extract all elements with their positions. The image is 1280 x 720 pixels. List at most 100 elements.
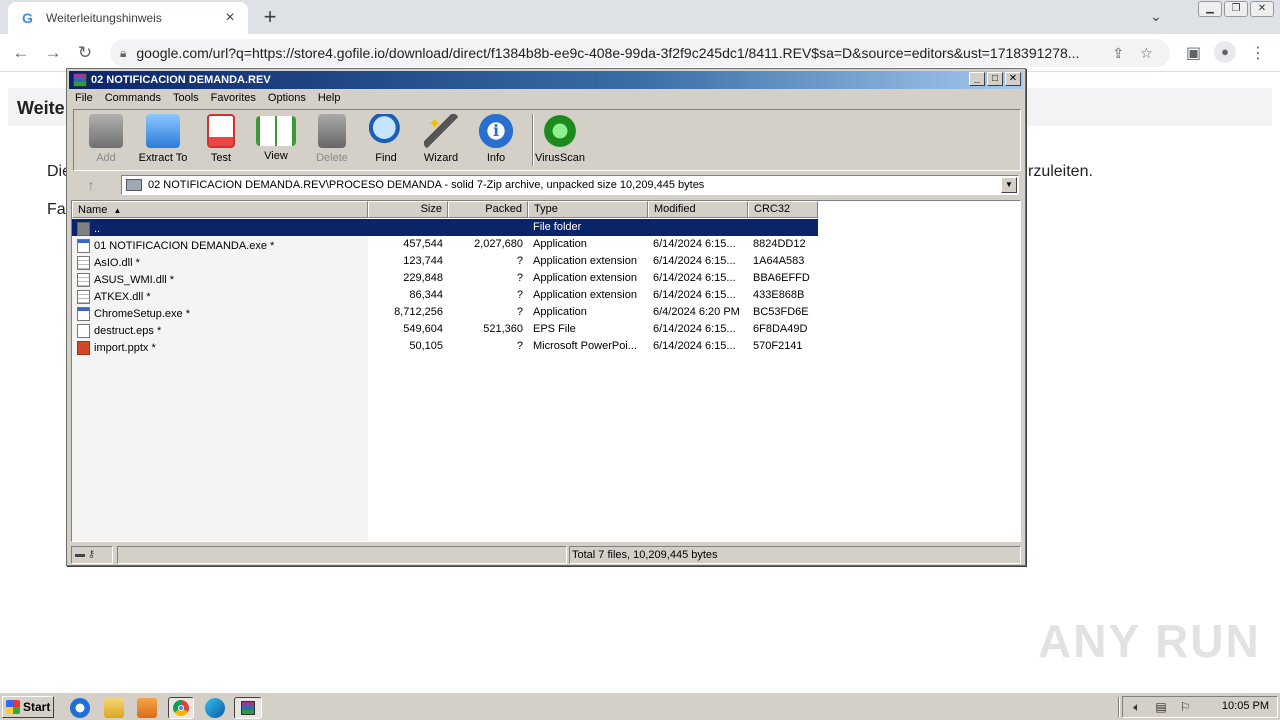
dll-file-icon bbox=[77, 289, 90, 304]
cell-name: ASUS_WMI.dll * bbox=[72, 270, 368, 287]
file-name: ATKEX.dll * bbox=[94, 290, 151, 303]
extract-to-button[interactable]: Extract To bbox=[133, 114, 193, 164]
cell-crc32: BBA6EFFD bbox=[753, 272, 810, 284]
bookmark-star-icon[interactable]: ☆ bbox=[1140, 45, 1153, 62]
cell-packed bbox=[448, 219, 528, 236]
cell-type: Microsoft PowerPoi... bbox=[533, 340, 637, 352]
menu-file[interactable]: File bbox=[69, 90, 99, 108]
file-row[interactable]: ATKEX.dll * 86,344? Application extension 6… bbox=[72, 287, 818, 304]
path-bar: ↑ 02 NOTIFICACION DEMANDA.REV\PROCESO DE… bbox=[73, 175, 1021, 195]
google-favicon-icon: G bbox=[22, 10, 33, 26]
file-explorer-icon[interactable] bbox=[104, 698, 124, 718]
reload-icon[interactable]: ↻ bbox=[74, 42, 96, 64]
info-button[interactable]: Info bbox=[466, 114, 526, 164]
file-list[interactable]: Name ▲ Size Packed Type Modified CRC32 .… bbox=[71, 200, 1021, 542]
side-panel-icon[interactable]: ▣ bbox=[1186, 43, 1201, 63]
url-text[interactable]: google.com/url?q=https://store4.gofile.i… bbox=[136, 45, 1096, 61]
cell-name: ATKEX.dll * bbox=[72, 287, 368, 304]
cell-type: Application bbox=[533, 306, 587, 318]
address-bar[interactable]: 🔒︎ google.com/url?q=https://store4.gofil… bbox=[110, 39, 1170, 67]
volume-icon[interactable]: 🔈︎ bbox=[1129, 700, 1145, 714]
cell-size: 549,604 bbox=[403, 323, 443, 335]
add-button[interactable]: Add bbox=[76, 114, 136, 164]
delete-button[interactable]: Delete bbox=[302, 114, 362, 164]
path-combobox[interactable]: 02 NOTIFICACION DEMANDA.REV\PROCESO DEMA… bbox=[121, 175, 1019, 195]
drive-status-icon[interactable]: ▬ ⚷ bbox=[71, 546, 113, 564]
path-dropdown-icon[interactable]: ▼ bbox=[1001, 177, 1017, 193]
windows-flag-icon bbox=[6, 700, 20, 714]
view-button[interactable]: View bbox=[246, 114, 306, 162]
view-label: View bbox=[264, 150, 288, 162]
more-menu-icon[interactable]: ⋮ bbox=[1250, 43, 1266, 63]
network-icon[interactable]: ▤ bbox=[1153, 700, 1169, 714]
tab-close-icon[interactable]: × bbox=[222, 9, 238, 27]
cell-size bbox=[368, 219, 448, 236]
file-row[interactable]: destruct.eps * 549,604 521,360 EPS File 6/14… bbox=[72, 321, 818, 338]
media-player-icon[interactable] bbox=[137, 698, 157, 718]
test-button[interactable]: Test bbox=[191, 114, 251, 164]
cell-packed: ? bbox=[516, 340, 523, 352]
cell-name: 01 NOTIFICACION DEMANDA.exe * bbox=[72, 236, 368, 253]
menu-commands[interactable]: Commands bbox=[99, 90, 167, 108]
winrar-minimize-button[interactable]: _ bbox=[969, 72, 985, 86]
column-header-name[interactable]: Name ▲ bbox=[72, 201, 368, 218]
menu-help[interactable]: Help bbox=[312, 90, 347, 108]
action-center-flag-icon[interactable]: ⚐ bbox=[1177, 700, 1193, 714]
taskbar-clock[interactable]: 10:05 PM bbox=[1222, 700, 1269, 712]
wizard-button[interactable]: Wizard bbox=[411, 114, 471, 164]
close-window-button[interactable]: ✕ bbox=[1250, 1, 1274, 17]
file-row[interactable]: 01 NOTIFICACION DEMANDA.exe * 457,544 2,02… bbox=[72, 236, 818, 253]
lock-icon[interactable]: 🔒︎ bbox=[120, 46, 126, 61]
file-row[interactable]: AsIO.dll * 123,744? Application extension 6… bbox=[72, 253, 818, 270]
chrome-taskbar-button[interactable] bbox=[168, 697, 194, 719]
browser-tab[interactable]: G Weiterleitungshinweis × bbox=[8, 2, 248, 34]
file-row[interactable]: import.pptx * 50,105? Microsoft PowerPoi..… bbox=[72, 338, 818, 355]
winrar-window: 02 NOTIFICACION DEMANDA.REV _ □ ✕ File C… bbox=[66, 68, 1026, 566]
column-header-crc32[interactable]: CRC32 bbox=[748, 201, 818, 218]
find-button[interactable]: Find bbox=[356, 114, 416, 164]
cell-size: 123,744 bbox=[403, 255, 443, 267]
winrar-close-button[interactable]: ✕ bbox=[1005, 72, 1021, 86]
forward-arrow-icon[interactable]: → bbox=[42, 42, 64, 64]
file-row[interactable]: .. File folder bbox=[72, 219, 818, 236]
edge-icon[interactable] bbox=[205, 698, 225, 718]
menu-tools[interactable]: Tools bbox=[167, 90, 205, 108]
minimize-button[interactable]: ▁ bbox=[1198, 1, 1222, 17]
tab-search-chevron-icon[interactable]: ⌄ bbox=[1150, 8, 1162, 25]
profile-avatar[interactable]: ● bbox=[1214, 41, 1236, 63]
cell-crc32: 570F2141 bbox=[753, 340, 803, 352]
share-icon[interactable]: ⇪ bbox=[1112, 45, 1124, 62]
winrar-taskbar-button[interactable] bbox=[234, 697, 262, 719]
winrar-title-bar[interactable]: 02 NOTIFICACION DEMANDA.REV _ □ ✕ bbox=[69, 71, 1023, 89]
column-header-type[interactable]: Type bbox=[528, 201, 648, 218]
cell-modified: 6/14/2024 6:15... bbox=[653, 255, 736, 267]
dll-file-icon bbox=[77, 272, 90, 287]
cell-packed: 521,360 bbox=[483, 323, 523, 335]
menu-favorites[interactable]: Favorites bbox=[205, 90, 262, 108]
column-header-modified[interactable]: Modified bbox=[648, 201, 748, 218]
file-row[interactable]: ASUS_WMI.dll * 229,848? Application extens… bbox=[72, 270, 818, 287]
new-tab-button[interactable]: + bbox=[258, 6, 282, 30]
up-folder-button[interactable]: ↑ bbox=[73, 175, 109, 195]
file-row[interactable]: ChromeSetup.exe * 8,712,256? Application 6/… bbox=[72, 304, 818, 321]
file-name: ASUS_WMI.dll * bbox=[94, 273, 175, 286]
tab-title: Weiterleitungshinweis bbox=[46, 11, 162, 25]
start-button[interactable]: Start bbox=[2, 696, 54, 718]
menu-options[interactable]: Options bbox=[262, 90, 312, 108]
path-text: 02 NOTIFICACION DEMANDA.REV\PROCESO DEMA… bbox=[148, 179, 705, 191]
internet-explorer-icon[interactable] bbox=[70, 698, 90, 718]
column-header-size[interactable]: Size bbox=[368, 201, 448, 218]
desktop-screen: G Weiterleitungshinweis × + ⌄ ▁ ❐ ✕ ← → … bbox=[0, 0, 1280, 720]
cell-name: import.pptx * bbox=[72, 338, 368, 355]
test-label: Test bbox=[210, 152, 232, 164]
winrar-maximize-button[interactable]: □ bbox=[987, 72, 1003, 86]
cell-packed: ? bbox=[516, 306, 523, 318]
cell-modified: 6/14/2024 6:15... bbox=[653, 323, 736, 335]
winrar-menu-bar: File Commands Tools Favorites Options He… bbox=[69, 90, 346, 108]
browser-window-controls: ▁ ❐ ✕ bbox=[1198, 1, 1274, 17]
back-arrow-icon[interactable]: ← bbox=[10, 42, 32, 64]
info-label: Info bbox=[486, 152, 506, 164]
restore-button[interactable]: ❐ bbox=[1224, 1, 1248, 17]
virusscan-button[interactable]: VirusScan bbox=[530, 114, 590, 164]
column-header-packed[interactable]: Packed bbox=[448, 201, 528, 218]
